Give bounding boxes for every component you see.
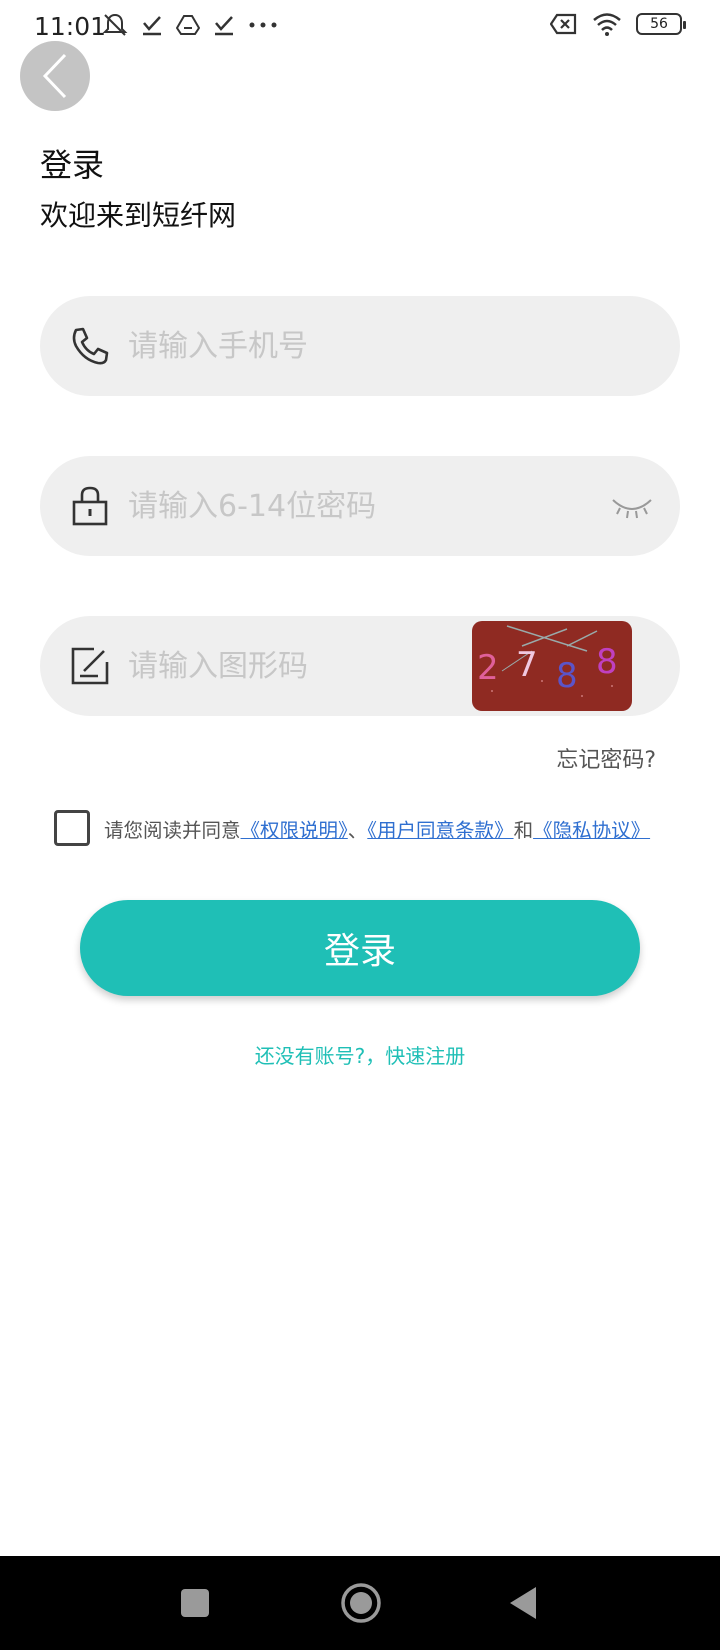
page-subtitle: 欢迎来到短纤网 xyxy=(40,199,237,232)
agreement-prefix: 请您阅读并同意 xyxy=(104,818,241,842)
permissions-link[interactable]: 《权限说明》 xyxy=(241,819,348,842)
more-dots-icon xyxy=(249,22,277,28)
back-button[interactable] xyxy=(20,41,90,111)
lock-icon xyxy=(72,486,108,526)
home-icon[interactable] xyxy=(338,1580,384,1626)
agreement-conjunction: 和 xyxy=(513,818,534,842)
check-download-icon-2 xyxy=(215,16,233,36)
register-link[interactable]: 还没有账号?，快速注册 xyxy=(0,1040,720,1069)
agreement-row: 请您阅读并同意《权限说明》、《用户同意条款》和《隐私协议》 xyxy=(54,810,650,846)
chevron-left-icon xyxy=(42,53,67,99)
page-title: 登录 xyxy=(40,146,105,184)
drive-icon xyxy=(176,15,200,35)
edit-note-icon xyxy=(71,647,109,685)
captcha-graphic: 2 7 8 8 xyxy=(477,625,618,697)
user-terms-link[interactable]: 《用户同意条款》 xyxy=(367,819,513,842)
mute-notification-icon xyxy=(102,13,128,36)
login-button[interactable]: 登录 xyxy=(80,900,640,996)
captcha-digit-1: 2 xyxy=(477,648,499,688)
privacy-policy-link[interactable]: 《隐私协议》 xyxy=(533,819,650,842)
password-field xyxy=(40,456,680,556)
phone-field xyxy=(40,296,680,396)
agreement-text: 请您阅读并同意《权限说明》、《用户同意条款》和《隐私协议》 xyxy=(104,814,650,843)
captcha-digit-2: 7 xyxy=(516,645,538,685)
captcha-digit-3: 8 xyxy=(556,656,578,696)
captcha-image[interactable]: 2 7 8 8 xyxy=(472,621,632,711)
captcha-field: 2 7 8 8 xyxy=(40,616,680,716)
agreement-separator: 、 xyxy=(347,818,368,842)
password-input[interactable] xyxy=(128,456,568,556)
phone-input[interactable] xyxy=(128,296,568,396)
eye-closed-icon[interactable] xyxy=(610,488,654,524)
forgot-password-link[interactable]: 忘记密码? xyxy=(556,742,656,774)
check-download-icon xyxy=(143,16,161,36)
captcha-digit-4: 8 xyxy=(596,642,618,682)
status-time: 11:01 xyxy=(34,12,107,41)
wifi-icon xyxy=(593,13,621,36)
status-left-icons xyxy=(102,12,278,38)
no-sim-icon xyxy=(550,13,577,35)
recent-apps-icon[interactable] xyxy=(172,1580,218,1626)
phone-icon xyxy=(72,327,109,365)
battery-level: 56 xyxy=(650,16,668,32)
status-bar: 11:01 56 xyxy=(0,0,720,54)
agreement-checkbox[interactable] xyxy=(54,810,90,846)
system-nav-bar xyxy=(0,1556,720,1650)
nav-back-icon[interactable] xyxy=(500,1580,546,1626)
battery-indicator: 56 xyxy=(636,13,686,35)
status-right-icons: 56 xyxy=(550,12,686,36)
